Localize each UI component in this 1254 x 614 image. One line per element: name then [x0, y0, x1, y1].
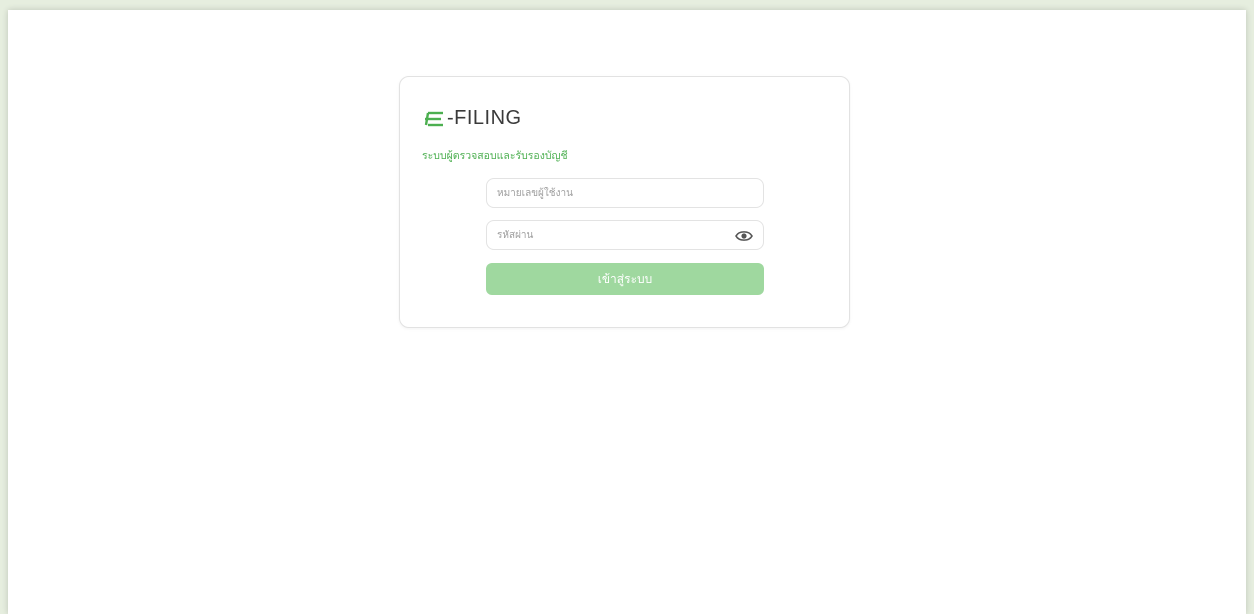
e-letter-icon	[424, 111, 443, 126]
logo-text: -FILING	[447, 107, 522, 129]
e-filing-logo: -FILING	[424, 107, 522, 130]
username-field[interactable]	[486, 178, 764, 208]
username-input[interactable]	[487, 179, 763, 207]
login-button[interactable]: เข้าสู่ระบบ	[486, 263, 764, 295]
password-input[interactable]	[487, 221, 763, 249]
password-field[interactable]	[486, 220, 764, 250]
eye-icon[interactable]	[735, 229, 753, 243]
system-subtitle: ระบบผู้ตรวจสอบและรับรองบัญชี	[422, 150, 568, 162]
login-card: -FILING ระบบผู้ตรวจสอบและรับรองบัญชี เข้…	[399, 76, 850, 328]
browser-page: -FILING ระบบผู้ตรวจสอบและรับรองบัญชี เข้…	[8, 10, 1246, 614]
